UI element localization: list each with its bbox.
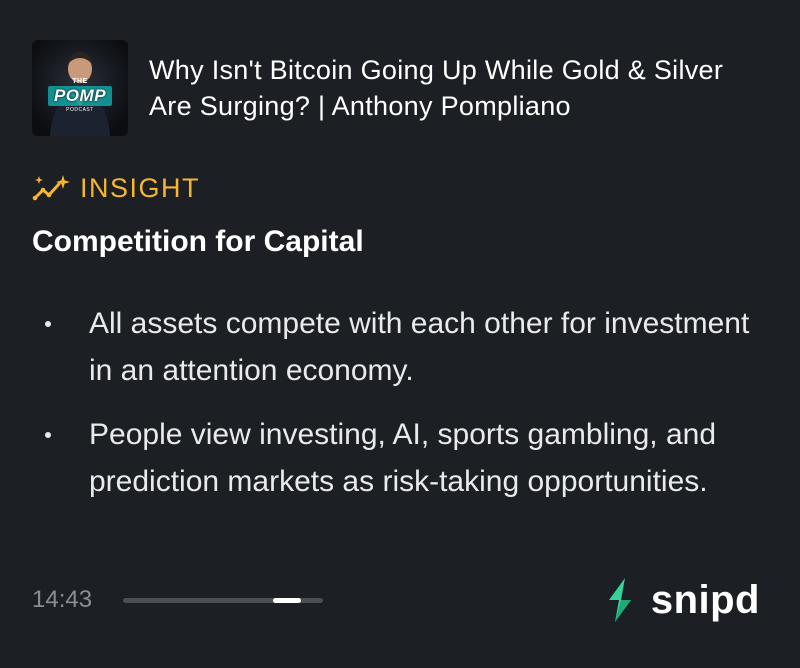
episode-header: THE POMP PODCAST Why Isn't Bitcoin Going… [32, 40, 768, 136]
player-footer: 14:43 snipd [32, 572, 760, 628]
insight-label: INSIGHT [80, 173, 201, 203]
bullet-dot [45, 432, 51, 438]
snipd-logo-icon [608, 578, 631, 622]
artwork-text-the: THE [72, 78, 88, 85]
sparkle-trend-icon [32, 175, 70, 201]
progress-thumb[interactable] [273, 598, 301, 603]
artwork-text-podcast: PODCAST [66, 107, 94, 113]
brand-name: snipd [650, 578, 760, 622]
episode-title[interactable]: Why Isn't Bitcoin Going Up While Gold & … [149, 52, 768, 124]
insight-title: Competition for Capital [32, 225, 364, 258]
list-item: People view investing, AI, sports gambli… [32, 412, 772, 505]
progress-bar[interactable] [123, 598, 323, 603]
podcast-artwork[interactable]: THE POMP PODCAST [32, 40, 128, 136]
bullet-text: People view investing, AI, sports gambli… [89, 418, 717, 498]
bullet-dot [45, 321, 51, 327]
bullet-text: All assets compete with each other for i… [89, 307, 750, 387]
insight-bullet-list: All assets compete with each other for i… [32, 301, 772, 523]
insight-label-row: INSIGHT [32, 170, 200, 206]
artwork-text-pomp: POMP [53, 86, 107, 105]
brand: snipd [601, 576, 760, 624]
timestamp: 14:43 [32, 586, 93, 613]
list-item: All assets compete with each other for i… [32, 301, 772, 394]
